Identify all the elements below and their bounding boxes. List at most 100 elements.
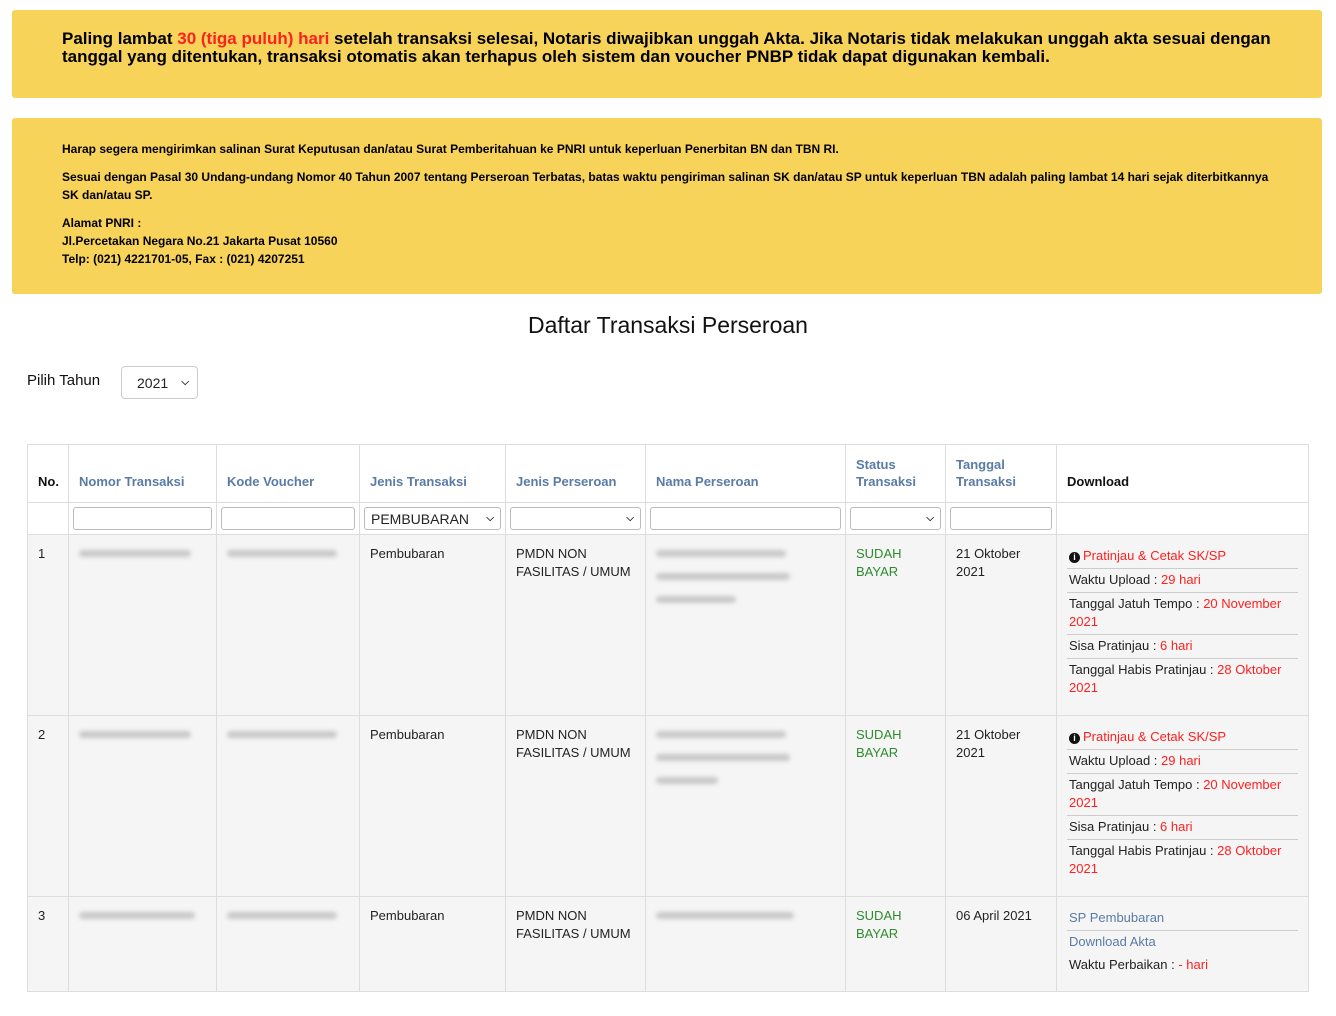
pnri-regulation: Sesuai dengan Pasal 30 Undang-undang Nom…: [62, 170, 1269, 202]
status-badge: SUDAH BAYAR: [845, 534, 946, 716]
jenis-perseroan: PMDN NON FASILITAS / UMUM: [505, 896, 646, 992]
due-date: Tanggal Jatuh Tempo : 20 November 2021: [1067, 593, 1298, 635]
tanggal-transaksi: 21 Oktober 2021: [945, 715, 1057, 897]
preview-remaining-label: Sisa Pratinjau :: [1069, 638, 1161, 653]
filter-nama-input[interactable]: [650, 507, 841, 530]
table-row: 2 Pembubaran PMDN NON FASILITAS / UMUM S…: [27, 715, 1309, 897]
preview-remaining-value: 6 hari: [1160, 638, 1193, 653]
preview-remaining: Sisa Pratinjau : 6 hari: [1067, 635, 1298, 659]
jenis-transaksi: Pembubaran: [359, 534, 506, 716]
upload-time: Waktu Upload : 29 hari: [1067, 569, 1298, 593]
kode-voucher-redacted: [216, 534, 360, 716]
pnri-address-title: Alamat PNRI :: [62, 216, 142, 230]
nama-perseroan-redacted: [645, 715, 846, 897]
tanggal-transaksi: 21 Oktober 2021: [945, 534, 1057, 716]
chevron-down-icon: ⌵: [181, 377, 189, 388]
nama-perseroan-redacted: [645, 896, 846, 992]
preview-remaining-label: Sisa Pratinjau :: [1069, 819, 1161, 834]
pnri-instruction: Harap segera mengirimkan salinan Surat K…: [62, 142, 839, 156]
pnri-info-banner: Harap segera mengirimkan salinan Surat K…: [12, 118, 1322, 294]
status-badge: SUDAH BAYAR: [845, 896, 946, 992]
filter-jenis-transaksi-value: PEMBUBARAN: [371, 510, 470, 527]
col-header-nama-perseroan[interactable]: Nama Perseroan: [645, 444, 846, 503]
filter-tanggal-input[interactable]: [950, 507, 1052, 530]
download-cell: i Pratinjau & Cetak SK/SP Waktu Upload : …: [1056, 715, 1309, 897]
nama-perseroan-redacted: [645, 534, 846, 716]
jenis-transaksi: Pembubaran: [359, 896, 506, 992]
chevron-down-icon: ⌵: [486, 513, 494, 524]
row-no: 3: [27, 896, 69, 992]
due-date-label: Tanggal Jatuh Tempo :: [1069, 596, 1204, 611]
jenis-perseroan: PMDN NON FASILITAS / UMUM: [505, 715, 646, 897]
preview-expiry-label: Tanggal Habis Pratinjau :: [1069, 662, 1218, 677]
filter-status-select[interactable]: ⌵: [850, 507, 941, 530]
upload-time-label: Waktu Upload :: [1069, 572, 1162, 587]
col-header-kode-voucher[interactable]: Kode Voucher: [216, 444, 360, 503]
upload-time: Waktu Upload : 29 hari: [1067, 750, 1298, 774]
repair-time: Waktu Perbaikan : - hari: [1067, 954, 1298, 977]
preview-remaining: Sisa Pratinjau : 6 hari: [1067, 816, 1298, 840]
upload-time-value: 29 hari: [1161, 572, 1201, 587]
sp-pembubaran-link[interactable]: SP Pembubaran: [1067, 907, 1298, 931]
transactions-table: No. Nomor Transaksi Kode Voucher Jenis T…: [27, 444, 1309, 992]
preview-link[interactable]: i Pratinjau & Cetak SK/SP: [1067, 545, 1298, 569]
preview-expiry: Tanggal Habis Pratinjau : 28 Oktober 202…: [1067, 840, 1298, 881]
row-no: 1: [27, 534, 69, 716]
preview-link[interactable]: i Pratinjau & Cetak SK/SP: [1067, 726, 1298, 750]
status-badge: SUDAH BAYAR: [845, 715, 946, 897]
info-icon: i: [1069, 552, 1080, 563]
col-header-download: Download: [1056, 444, 1309, 503]
year-select-value: 2021: [137, 374, 169, 391]
col-header-jenis-perseroan[interactable]: Jenis Perseroan: [505, 444, 646, 503]
kode-voucher-redacted: [216, 896, 360, 992]
filter-kode-input[interactable]: [221, 507, 355, 530]
row-no: 2: [27, 715, 69, 897]
notice-text-start: Paling lambat: [62, 29, 178, 48]
table-row: 3 Pembubaran PMDN NON FASILITAS / UMUM S…: [27, 896, 1309, 992]
kode-voucher-redacted: [216, 715, 360, 897]
download-akta-link[interactable]: Download Akta: [1067, 931, 1298, 954]
due-date-label: Tanggal Jatuh Tempo :: [1069, 777, 1204, 792]
info-icon: i: [1069, 733, 1080, 744]
tanggal-transaksi: 06 April 2021: [945, 896, 1057, 992]
filter-nomor-input[interactable]: [73, 507, 212, 530]
pnri-address: Jl.Percetakan Negara No.21 Jakarta Pusat…: [62, 234, 338, 248]
page-title: Daftar Transaksi Perseroan: [528, 312, 808, 338]
pnri-phone: Telp: (021) 4221701-05, Fax : (021) 4207…: [62, 252, 305, 266]
table-header-row: No. Nomor Transaksi Kode Voucher Jenis T…: [27, 444, 1309, 503]
due-date: Tanggal Jatuh Tempo : 20 November 2021: [1067, 774, 1298, 816]
chevron-down-icon: ⌵: [926, 513, 934, 524]
preview-expiry-label: Tanggal Habis Pratinjau :: [1069, 843, 1218, 858]
table-row: 1 Pembubaran PMDN NON FASILITAS / UMUM S…: [27, 534, 1309, 716]
preview-expiry: Tanggal Habis Pratinjau : 28 Oktober 202…: [1067, 659, 1298, 700]
jenis-perseroan: PMDN NON FASILITAS / UMUM: [505, 534, 646, 716]
nomor-transaksi-redacted: [68, 534, 217, 716]
download-cell: i Pratinjau & Cetak SK/SP Waktu Upload : …: [1056, 534, 1309, 716]
year-filter-label: Pilih Tahun: [27, 372, 101, 389]
filter-cell-empty: [27, 502, 69, 535]
upload-time-label: Waktu Upload :: [1069, 753, 1162, 768]
repair-time-label: Waktu Perbaikan :: [1069, 957, 1179, 972]
upload-time-value: 29 hari: [1161, 753, 1201, 768]
col-header-status[interactable]: Status Transaksi: [845, 444, 946, 503]
nomor-transaksi-redacted: [68, 896, 217, 992]
preview-remaining-value: 6 hari: [1160, 819, 1193, 834]
filter-jenis-transaksi-select[interactable]: PEMBUBARAN ⌵: [364, 507, 501, 530]
preview-link-label: Pratinjau & Cetak SK/SP: [1083, 729, 1227, 744]
filter-cell-empty: [1056, 502, 1309, 535]
col-header-jenis-transaksi[interactable]: Jenis Transaksi: [359, 444, 506, 503]
jenis-transaksi: Pembubaran: [359, 715, 506, 897]
year-select[interactable]: 2021 ⌵: [121, 366, 198, 399]
deadline-notice-banner: Paling lambat 30 (tiga puluh) hari setel…: [12, 10, 1322, 98]
col-header-nomor-transaksi[interactable]: Nomor Transaksi: [68, 444, 217, 503]
preview-link-label: Pratinjau & Cetak SK/SP: [1083, 548, 1227, 563]
download-cell: SP Pembubaran Download Akta Waktu Perbai…: [1056, 896, 1309, 992]
col-header-tanggal[interactable]: Tanggal Transaksi: [945, 444, 1057, 503]
notice-highlight: 30 (tiga puluh) hari: [177, 29, 330, 48]
chevron-down-icon: ⌵: [626, 513, 634, 524]
repair-time-value: - hari: [1178, 957, 1208, 972]
nomor-transaksi-redacted: [68, 715, 217, 897]
filter-row: PEMBUBARAN ⌵ ⌵ ⌵: [27, 502, 1309, 535]
col-header-no: No.: [27, 444, 69, 503]
filter-jenis-perseroan-select[interactable]: ⌵: [510, 507, 641, 530]
